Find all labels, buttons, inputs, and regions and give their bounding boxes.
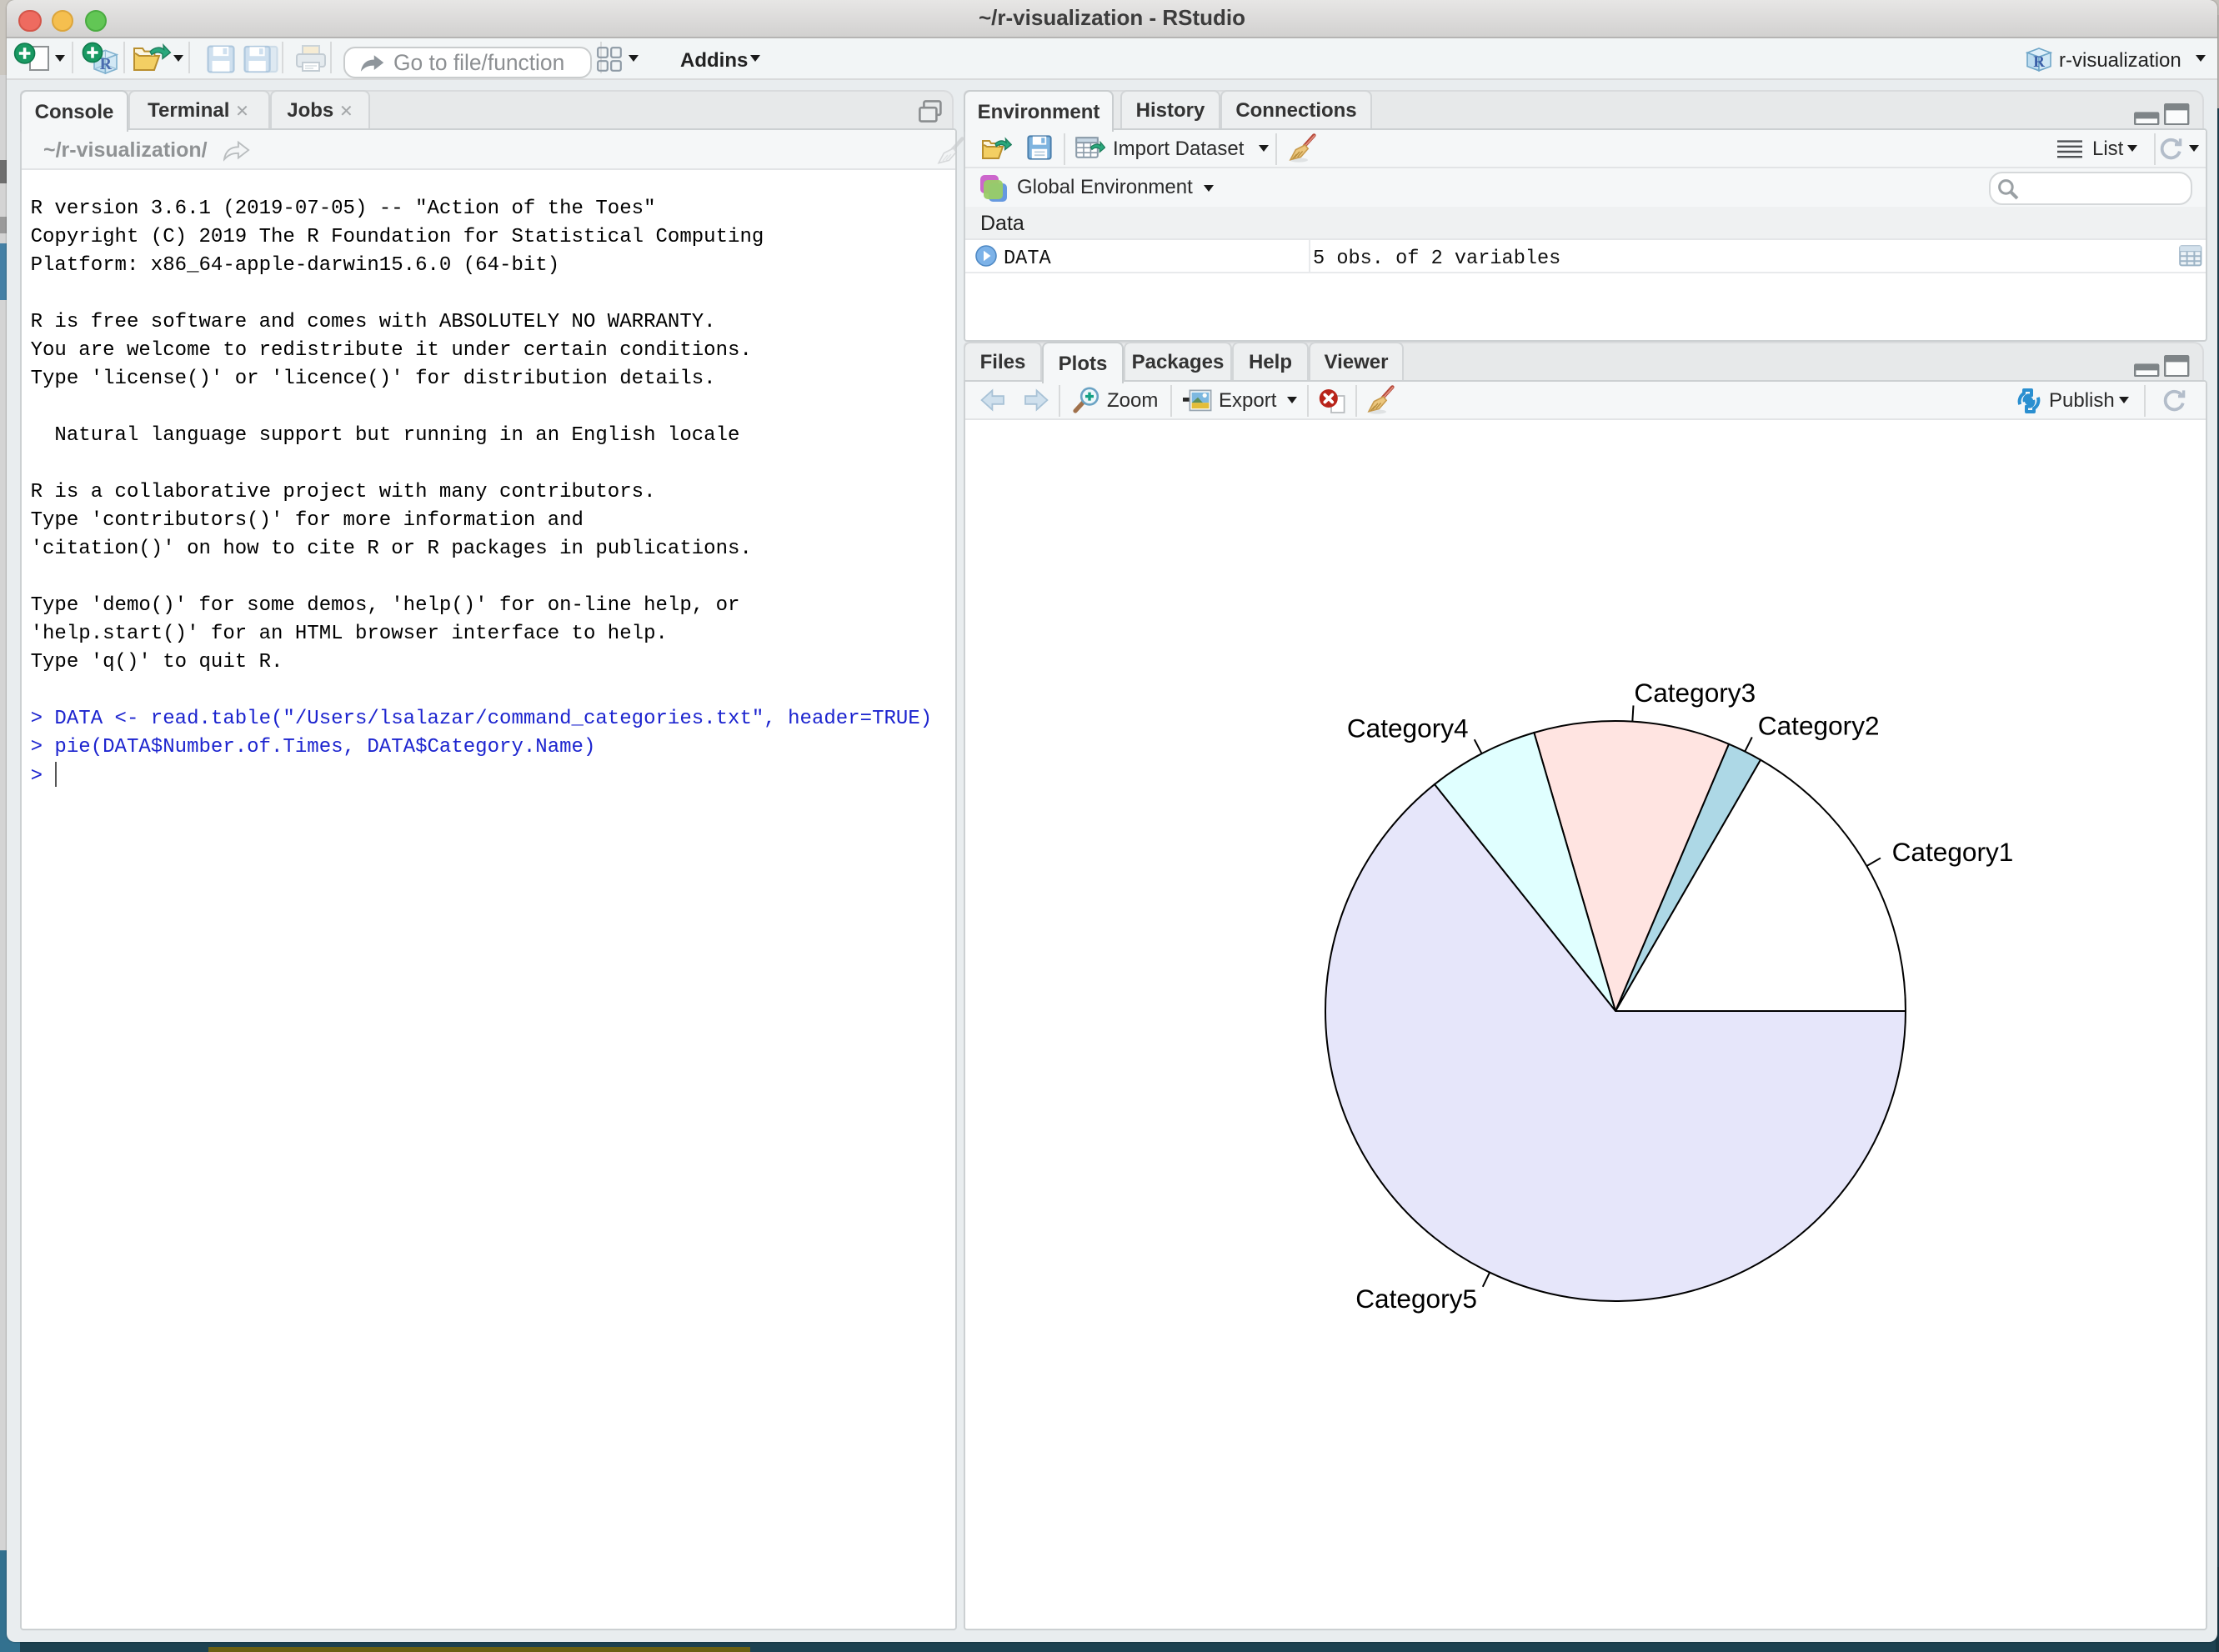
svg-text:Category5: Category5 xyxy=(1355,1283,1477,1313)
svg-text:R: R xyxy=(100,54,113,73)
svg-text:Category2: Category2 xyxy=(1758,710,1880,740)
svg-text:Category4: Category4 xyxy=(1347,712,1469,742)
svg-text:R: R xyxy=(2033,53,2045,70)
svg-text:Category1: Category1 xyxy=(1892,836,2014,866)
svg-text:Category3: Category3 xyxy=(1634,677,1756,707)
